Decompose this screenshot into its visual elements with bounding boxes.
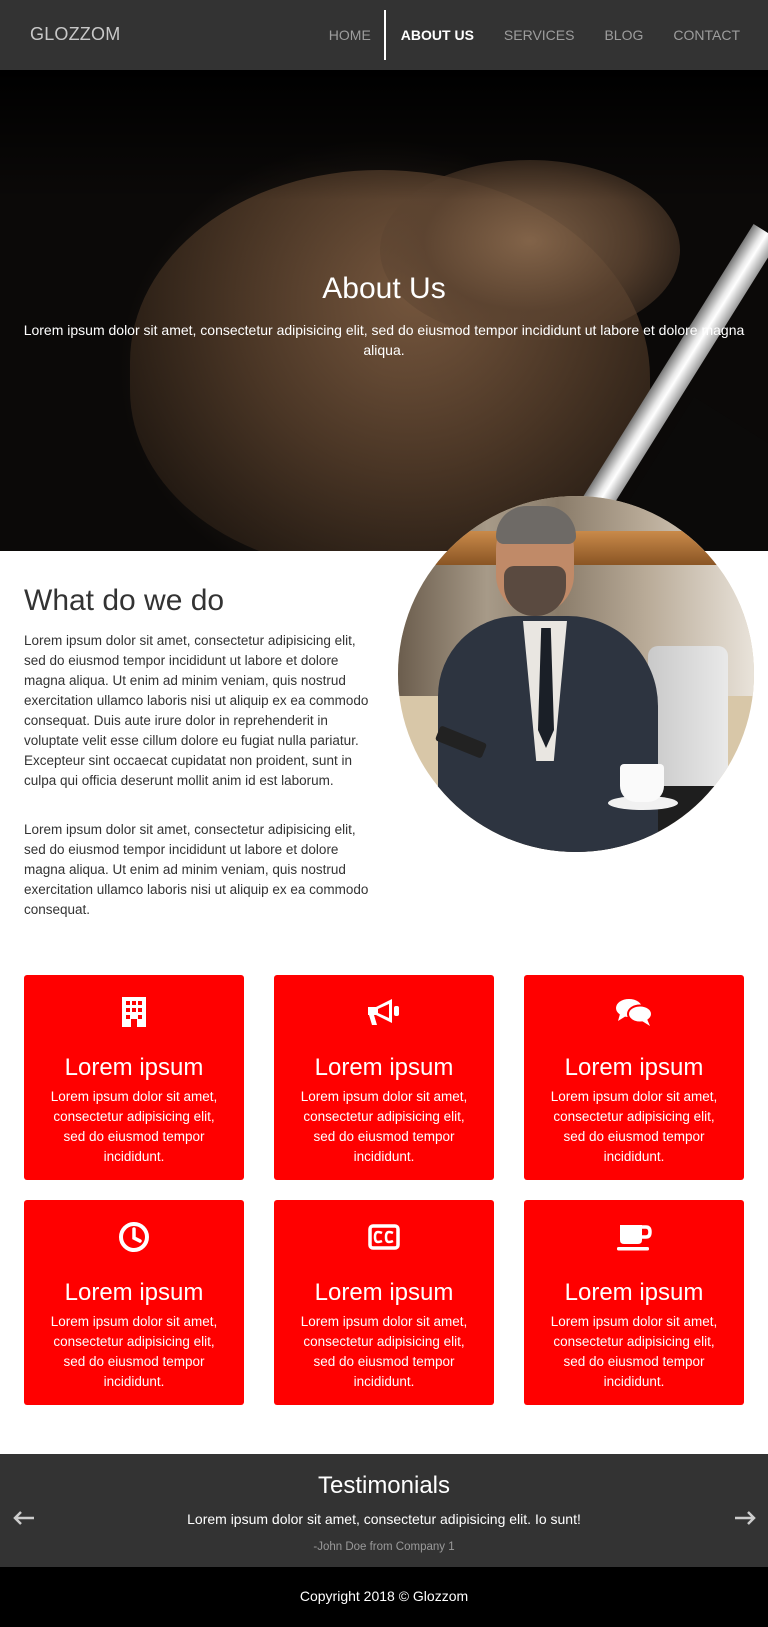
brand-logo[interactable]: GLOZZOM [30,24,120,45]
testimonial-quote: Lorem ipsum dolor sit amet, consectetur … [187,1511,581,1527]
feature-text: Lorem ipsum dolor sit amet, consectetur … [300,1314,468,1389]
photo-hair [496,506,576,544]
feature-text: Lorem ipsum dolor sit amet, consectetur … [300,1089,468,1164]
photo-cup [620,764,664,802]
feature-text: Lorem ipsum dolor sit amet, consectetur … [50,1089,218,1164]
feature-text: Lorem ipsum dolor sit amet, consectetur … [50,1314,218,1389]
comments-icon [524,995,744,1029]
feature-title: Lorem ipsum [64,1279,204,1306]
nav-link-home[interactable]: HOME [329,0,371,70]
nav-link-contact[interactable]: CONTACT [673,0,740,70]
testimonials-title: Testimonials [317,1472,451,1499]
arrow-right-icon[interactable] [733,1510,757,1526]
about-paragraph-1: Lorem ipsum dolor sit amet, consectetur … [24,633,369,788]
businessman-photo [398,496,754,852]
nav-link-blog[interactable]: BLOG [604,0,643,70]
clock-icon [24,1220,244,1254]
hero-title: About Us [322,272,446,305]
coffee-icon [524,1220,744,1254]
feature-card: Lorem ipsum Lorem ipsum dolor sit amet, … [524,975,744,1180]
navbar: GLOZZOM HOME ABOUT US SERVICES BLOG CONT… [0,0,768,70]
feature-card: Lorem ipsum Lorem ipsum dolor sit amet, … [24,975,244,1180]
testimonials-section: Testimonials Lorem ipsum dolor sit amet,… [0,1454,768,1567]
photo-beam [418,531,748,565]
nav-link-about-us[interactable]: ABOUT US [401,0,474,70]
feature-title: Lorem ipsum [314,1054,454,1081]
feature-text: Lorem ipsum dolor sit amet, consectetur … [550,1314,718,1389]
footer-copyright: Copyright 2018 © Glozzom [299,1588,469,1604]
testimonial-author: -John Doe from Company 1 [313,1541,455,1553]
feature-card: Lorem ipsum Lorem ipsum dolor sit amet, … [524,1200,744,1405]
feature-title: Lorem ipsum [64,1054,204,1081]
feature-title: Lorem ipsum [564,1054,704,1081]
nav-links: HOME ABOUT US SERVICES BLOG CONTACT [299,0,740,70]
footer: Copyright 2018 © Glozzom [0,1567,768,1627]
feature-title: Lorem ipsum [314,1279,454,1306]
feature-text: Lorem ipsum dolor sit amet, consectetur … [550,1089,718,1164]
hero-banner: About Us Lorem ipsum dolor sit amet, con… [0,70,768,551]
bullhorn-icon [274,995,494,1029]
feature-title: Lorem ipsum [564,1279,704,1306]
hero-subtitle: Lorem ipsum dolor sit amet, consectetur … [23,322,745,358]
feature-card: Lorem ipsum Lorem ipsum dolor sit amet, … [274,975,494,1180]
building-icon [24,995,244,1029]
nav-link-services[interactable]: SERVICES [504,0,575,70]
closed-captioning-icon [274,1220,494,1254]
feature-card: Lorem ipsum Lorem ipsum dolor sit amet, … [274,1200,494,1405]
section-title: What do we do [24,584,225,617]
feature-card: Lorem ipsum Lorem ipsum dolor sit amet, … [24,1200,244,1405]
about-paragraph-2: Lorem ipsum dolor sit amet, consectetur … [24,822,369,917]
hero-image-shade [0,70,768,200]
